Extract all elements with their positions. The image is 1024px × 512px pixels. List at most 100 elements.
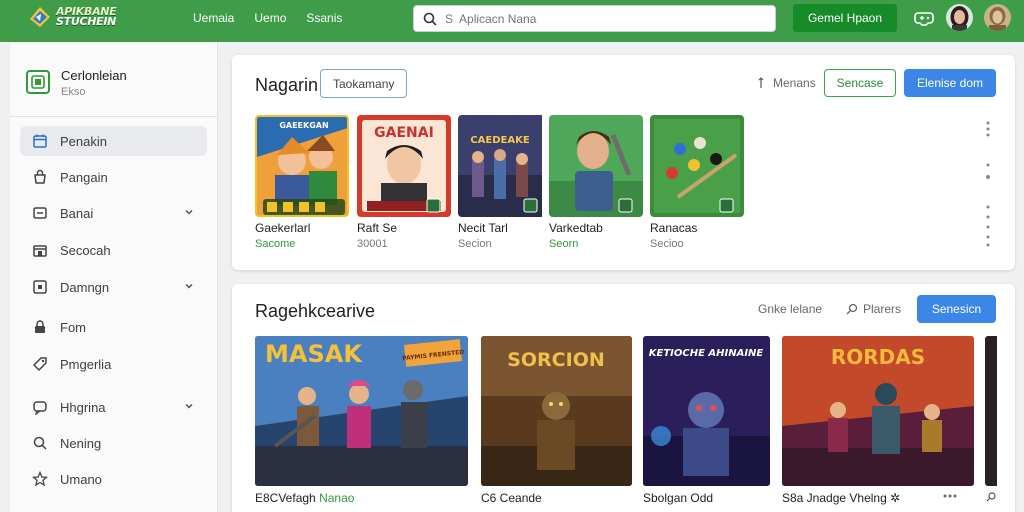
gamepad-icon[interactable] [914, 9, 934, 27]
app-thumbnail[interactable] [549, 115, 643, 217]
game-thumbnail[interactable]: RORDAS [782, 336, 974, 486]
top-nav-link[interactable]: Ssanis [306, 11, 342, 25]
primary-blue-button[interactable]: Senesicn [917, 295, 996, 323]
app-name: Gaekerlarl [255, 221, 311, 235]
sidebar-item-label: Pangain [60, 169, 108, 185]
section-title: Nagarin [255, 75, 319, 95]
game-card[interactable]: KETIOCHE AHINAINE Sbolgan Odd [643, 336, 770, 505]
app-thumbnail[interactable]: GAENAI [357, 115, 451, 217]
menans-link-label: Menans [773, 76, 816, 90]
sidebar-item[interactable]: Fom [20, 312, 207, 342]
app-meta: Secion [458, 238, 492, 250]
chevron-down-icon[interactable] [183, 280, 195, 292]
sidebar-divider [10, 116, 218, 117]
game-logo-text: RORDAS [831, 345, 925, 369]
sidebar-item[interactable]: Umano [20, 464, 207, 494]
sidebar-profile[interactable]: Cerlonleian Ekso [26, 68, 127, 98]
secondary-avatar[interactable] [984, 4, 1011, 31]
chevron-down-icon[interactable] [183, 206, 195, 218]
section-link[interactable]: Gnke lelane [758, 302, 822, 316]
profile-name: Cerlonleian [61, 68, 127, 83]
sidebar-item[interactable]: Hhgrina [20, 392, 207, 422]
sidebar-item-label: Pmgerlia [60, 356, 112, 372]
search-bar[interactable] [413, 5, 776, 32]
players-link[interactable]: Plarers [846, 302, 901, 316]
app-tile[interactable]: CAEDEAKE Necit Tarl Secion [458, 115, 552, 250]
top-nav-link[interactable]: Uemo [254, 11, 286, 25]
app-tile[interactable]: Varkedtab Seorn [549, 115, 643, 250]
game-card[interactable]: MASAK PAYMIS FRENSTED E8CVefagh Nanao [255, 336, 468, 505]
app-name: Varkedtab [549, 221, 603, 235]
app-meta: 30001 [357, 238, 388, 250]
game-title: C6 Ceande [481, 491, 542, 505]
search-icon[interactable] [986, 492, 996, 502]
menans-link[interactable]: Menans [758, 76, 816, 90]
more-options-icon[interactable] [986, 163, 990, 179]
sidebar-item[interactable]: Penakin [20, 126, 207, 156]
sidebar-item-label: Nening [60, 435, 102, 451]
section-title: Ragehkcearive [255, 301, 376, 321]
more-options-icon[interactable] [986, 205, 990, 247]
game-title-tail: ✲ [890, 491, 901, 505]
sidebar-item-label: Secocah [60, 242, 111, 258]
user-avatar[interactable] [946, 4, 973, 31]
more-options-icon[interactable] [986, 121, 990, 137]
app-tile[interactable]: Ranacas Secioo [650, 115, 744, 250]
top-nav-link[interactable]: Uemaia [193, 11, 234, 25]
profile-subtitle: Ekso [61, 86, 86, 98]
app-meta: Secioo [650, 238, 684, 250]
thumb-title: GAENAI [374, 125, 434, 141]
store-icon [32, 242, 48, 258]
search-input[interactable] [445, 11, 745, 26]
chat-icon [32, 399, 48, 415]
game-card[interactable]: RORDAS S8a Jnadge Vhelng ✲ [782, 336, 974, 505]
app-thumbnail[interactable]: GAEEKGAN [255, 115, 349, 217]
sidebar-item-label: Umano [60, 471, 102, 487]
app-meta: Sacome [255, 238, 296, 250]
filter-chip[interactable]: Taokamany [320, 69, 408, 98]
brand-line-2: STUCHEIN [56, 15, 117, 28]
sidebar: Cerlonleian Ekso Penakin Pangain Banai S… [10, 42, 218, 512]
game-title-tag: Nanao [319, 491, 355, 505]
sidebar-item[interactable]: Banai [20, 198, 207, 228]
app-thumbnail[interactable] [650, 115, 744, 217]
game-logo-text: MASAK [265, 340, 363, 368]
sidebar-item[interactable]: Secocah [20, 235, 207, 265]
bag-icon [32, 169, 48, 185]
game-card[interactable]: SORCION C6 Ceande [481, 336, 632, 505]
sidebar-item[interactable]: Nening [20, 428, 207, 458]
sidebar-item-label: Banai [60, 205, 94, 221]
tag-icon [32, 356, 48, 372]
app-tile[interactable]: GAENAI Raft Se 30001 [357, 115, 451, 250]
sidebar-item-label: Penakin [60, 133, 107, 149]
game-title: E8CVefagh Nanao [255, 491, 468, 505]
primary-blue-button[interactable]: Elenise dom [904, 69, 996, 97]
brand-logo[interactable]: APIKBANE STUCHEIN [28, 5, 117, 29]
app-thumbnail[interactable]: CAEDEAKE [458, 115, 552, 217]
sidebar-item[interactable]: Damngn [20, 272, 207, 302]
app-name: Necit Tarl [458, 221, 508, 235]
top-bar: APIKBANE STUCHEIN Uemaia Uemo Ssanis Gem… [0, 0, 1024, 42]
lock-icon [32, 319, 48, 335]
outline-button[interactable]: Sencase [824, 69, 896, 97]
top-nav: Uemaia Uemo Ssanis [193, 11, 342, 25]
more-horizontal-icon[interactable] [943, 494, 957, 498]
featured-apps-card: Nagarin Taokamany Menans Sencase Elenise… [232, 55, 1015, 270]
game-thumbnail[interactable]: SORCION [481, 336, 632, 486]
star-icon [32, 471, 48, 487]
sidebar-item[interactable]: Pangain [20, 162, 207, 192]
window-icon [32, 205, 48, 221]
app-name: Ranacas [650, 221, 698, 235]
app-tile[interactable]: GAEEKGAN Gaekerlarl Sacome [255, 115, 349, 250]
sidebar-item-label: Damngn [60, 279, 110, 295]
sidebar-item-label: Fom [60, 319, 86, 335]
thumb-title: CAEDEAKE [470, 135, 530, 146]
primary-top-button[interactable]: Gemel Hpaon [793, 4, 897, 32]
recommended-games-card: Ragehkcearive Gnke lelane Plarers Senesi… [232, 284, 1015, 512]
game-thumbnail[interactable]: MASAK PAYMIS FRENSTED [255, 336, 468, 486]
chevron-down-icon[interactable] [183, 400, 195, 412]
next-game-peek[interactable] [985, 336, 997, 486]
sidebar-item[interactable]: Pmgerlia [20, 349, 207, 379]
search-icon [846, 303, 858, 315]
game-thumbnail[interactable]: KETIOCHE AHINAINE [643, 336, 770, 486]
